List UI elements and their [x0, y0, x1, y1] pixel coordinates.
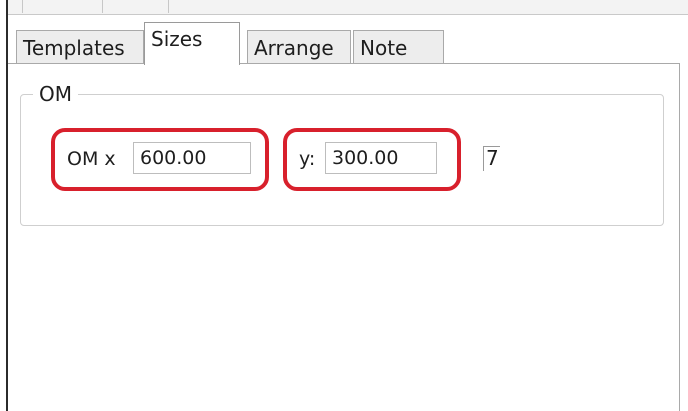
- tab-note[interactable]: Note: [353, 30, 444, 64]
- om-group-title: OM: [33, 81, 78, 107]
- aux-value-box: 7: [483, 146, 500, 171]
- om-x-input[interactable]: [133, 142, 251, 174]
- y-input[interactable]: [325, 142, 437, 174]
- om-group: OM OM x y: 7: [20, 81, 664, 226]
- om-x-label: OM x: [67, 148, 116, 170]
- tab-arrange[interactable]: Arrange: [247, 30, 351, 64]
- sizes-panel: OM OM x y: 7: [8, 64, 680, 411]
- y-label: y:: [299, 148, 316, 170]
- toolbar-stub: [102, 0, 169, 13]
- toolbar-stub: [8, 0, 23, 13]
- tab-sizes[interactable]: Sizes: [144, 22, 240, 65]
- tab-templates[interactable]: Templates: [16, 30, 144, 64]
- toolbar-stub: [22, 0, 103, 13]
- top-toolbar-strip: [8, 0, 688, 15]
- tab-bar: Templates Sizes Arrange Note: [8, 14, 688, 65]
